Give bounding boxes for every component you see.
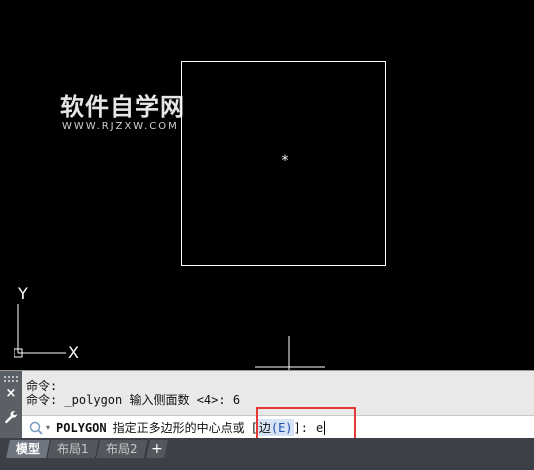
add-layout-button[interactable]: + (146, 440, 169, 458)
watermark: 软件自学网 WWW.RJZXW.COM (60, 94, 185, 132)
watermark-url: WWW.RJZXW.COM (62, 121, 179, 132)
option-edge[interactable]: 边(E) (257, 419, 294, 436)
layout-tab-bar: 模型 布局1 布局2 + (0, 438, 534, 470)
history-line: 命令: (26, 379, 58, 393)
tab-layout1[interactable]: 布局1 (47, 440, 100, 458)
prompt-text: 指定正多边形的中心点或 (112, 421, 245, 435)
option-edge-key: (E) (270, 421, 293, 435)
option-close-bracket: ]: (293, 420, 308, 435)
plus-icon: + (151, 441, 164, 457)
command-prompt: POLYGON 指定正多边形的中心点或 [边(E)]: e (56, 419, 326, 436)
close-icon[interactable]: × (4, 387, 18, 401)
history-line: 命令: _polygon 输入侧面数 <4>: 6 (26, 393, 241, 407)
tab-layout2[interactable]: 布局2 (95, 440, 149, 458)
option-open-bracket: [ (250, 420, 258, 435)
ucs-icon: Y X (14, 284, 79, 362)
wrench-icon[interactable] (3, 409, 19, 425)
watermark-title: 软件自学网 (60, 93, 185, 121)
tab-model[interactable]: 模型 (6, 440, 51, 458)
option-edge-label: 边 (258, 421, 271, 435)
command-name: POLYGON (56, 420, 107, 435)
command-line-handle[interactable]: × (0, 371, 22, 439)
grip-icon[interactable] (3, 375, 19, 383)
chevron-down-icon[interactable]: ▾ (46, 423, 50, 432)
layout-tabs: 模型 布局1 布局2 + (6, 440, 169, 458)
command-input[interactable]: ▾ POLYGON 指定正多边形的中心点或 [边(E)]: e (22, 415, 534, 439)
command-line-panel: × 命令: 命令: _polygon 输入侧面数 <4>: 6 ▾ POLYGO… (0, 370, 534, 439)
search-icon[interactable] (28, 420, 44, 436)
cad-application: 软件自学网 WWW.RJZXW.COM * Y X × 命令: 命令: _pol… (0, 0, 534, 470)
drawing-canvas[interactable]: 软件自学网 WWW.RJZXW.COM * Y X (0, 0, 534, 370)
ucs-y-label: Y (17, 284, 28, 303)
ucs-x-label: X (68, 343, 79, 362)
command-history: 命令: 命令: _polygon 输入侧面数 <4>: 6 (26, 379, 240, 407)
text-caret (324, 420, 326, 435)
crosshair-cursor (255, 336, 325, 370)
center-marker: * (281, 153, 289, 169)
typed-input[interactable]: e (316, 421, 323, 435)
